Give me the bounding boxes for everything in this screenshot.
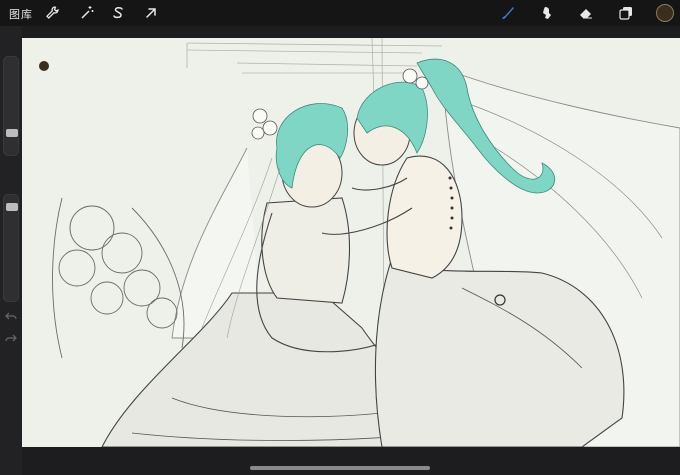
brush-size-slider[interactable] bbox=[3, 56, 19, 156]
sketch-artwork bbox=[39, 38, 680, 447]
undo-arrow-icon[interactable] bbox=[5, 308, 17, 320]
selection-s-icon[interactable] bbox=[108, 3, 128, 23]
color-picker-swatch[interactable] bbox=[656, 4, 674, 22]
workspace-bottom bbox=[22, 447, 680, 475]
magic-wand-icon[interactable] bbox=[77, 3, 97, 23]
layers-icon[interactable] bbox=[616, 3, 636, 23]
home-indicator[interactable] bbox=[250, 466, 430, 470]
wrench-icon[interactable] bbox=[42, 3, 62, 23]
smudge-icon[interactable] bbox=[537, 3, 557, 23]
workspace-background bbox=[22, 26, 680, 38]
brush-icon[interactable] bbox=[498, 3, 518, 23]
gallery-button[interactable]: 图库 bbox=[9, 6, 33, 22]
left-sidebar bbox=[0, 26, 22, 475]
brush-size-thumb[interactable] bbox=[6, 129, 18, 137]
redo-arrow-icon[interactable] bbox=[5, 330, 17, 342]
opacity-thumb[interactable] bbox=[6, 203, 18, 211]
transform-arrow-icon[interactable] bbox=[141, 3, 161, 23]
drawing-canvas[interactable] bbox=[22, 38, 680, 447]
opacity-slider[interactable] bbox=[3, 194, 19, 302]
color-dot bbox=[39, 61, 49, 71]
eraser-icon[interactable] bbox=[576, 3, 596, 23]
top-toolbar: 图库 bbox=[0, 0, 680, 26]
